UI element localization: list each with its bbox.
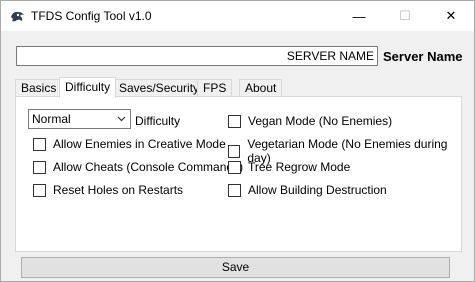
chevron-down-icon bbox=[117, 110, 126, 135]
option-tree-regrow[interactable]: Tree Regrow Mode bbox=[228, 160, 350, 174]
option-reset-holes[interactable]: Reset Holes on Restarts bbox=[33, 183, 183, 197]
save-button[interactable]: Save bbox=[21, 257, 450, 278]
difficulty-label: Difficulty bbox=[135, 114, 181, 128]
checkbox[interactable] bbox=[33, 160, 46, 174]
option-allow-enemies-creative[interactable]: Allow Enemies in Creative Mode bbox=[33, 137, 226, 151]
difficulty-select-value: Normal bbox=[32, 112, 71, 126]
title-bar[interactable]: TFDS Config Tool v1.0 — ☐ ✕ bbox=[1, 1, 474, 31]
checkbox[interactable] bbox=[33, 183, 46, 197]
server-name-label: Server Name bbox=[383, 49, 463, 64]
checkbox[interactable] bbox=[33, 137, 46, 151]
checkbox[interactable] bbox=[228, 160, 241, 174]
option-label: Allow Building Destruction bbox=[248, 183, 387, 197]
option-label: Vegan Mode (No Enemies) bbox=[248, 114, 393, 128]
difficulty-select[interactable]: Normal bbox=[28, 109, 131, 129]
difficulty-panel: Normal Difficulty Allow Enemies in Creat… bbox=[15, 96, 462, 252]
server-name-input[interactable]: SERVER NAME bbox=[16, 46, 378, 66]
tab-about[interactable]: About bbox=[239, 79, 283, 97]
checkbox[interactable] bbox=[228, 144, 241, 158]
close-button[interactable]: ✕ bbox=[428, 1, 474, 31]
window-title: TFDS Config Tool v1.0 bbox=[31, 9, 152, 23]
option-label: Reset Holes on Restarts bbox=[53, 183, 184, 197]
option-vegan-mode[interactable]: Vegan Mode (No Enemies) bbox=[228, 114, 392, 128]
checkbox[interactable] bbox=[228, 183, 241, 197]
app-window: TFDS Config Tool v1.0 — ☐ ✕ SERVER NAME … bbox=[0, 0, 475, 282]
tab-difficulty[interactable]: Difficulty bbox=[59, 77, 117, 98]
app-logo-icon bbox=[9, 8, 26, 24]
tab-fps[interactable]: FPS bbox=[197, 79, 233, 97]
option-label: Allow Cheats (Console Commands) bbox=[53, 160, 244, 174]
option-label: Allow Enemies in Creative Mode bbox=[53, 137, 226, 151]
maximize-button[interactable]: ☐ bbox=[382, 1, 428, 31]
tab-basics[interactable]: Basics bbox=[15, 79, 63, 97]
minimize-button[interactable]: — bbox=[336, 1, 382, 31]
tab-saves-security[interactable]: Saves/Security bbox=[113, 79, 206, 97]
option-allow-cheats[interactable]: Allow Cheats (Console Commands) bbox=[33, 160, 243, 174]
option-building-destruction[interactable]: Allow Building Destruction bbox=[228, 183, 387, 197]
checkbox[interactable] bbox=[228, 114, 241, 128]
option-label: Tree Regrow Mode bbox=[248, 160, 351, 174]
